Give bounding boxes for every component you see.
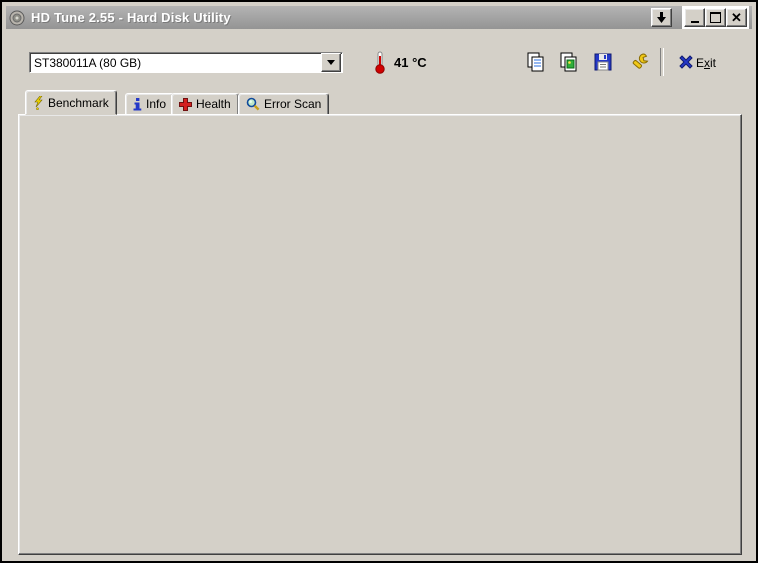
- tab-benchmark-label: Benchmark: [48, 95, 109, 110]
- info-icon: [133, 97, 142, 110]
- drive-select-dropdown-button[interactable]: [321, 53, 341, 72]
- exit-x-icon: [679, 55, 693, 69]
- wrench-icon: [632, 53, 649, 69]
- close-icon: ✕: [731, 9, 742, 25]
- health-cross-icon: [179, 97, 192, 111]
- exit-label[interactable]: Exit: [696, 56, 716, 70]
- copy-image-icon: [560, 52, 577, 72]
- tab-error-scan-label: Error Scan: [264, 97, 322, 111]
- tab-benchmark[interactable]: Benchmark: [25, 90, 117, 115]
- app-icon: [9, 10, 25, 25]
- copy-screenshot-button[interactable]: [557, 50, 581, 74]
- tab-info-label: Info: [146, 97, 167, 111]
- tab-health[interactable]: Health: [171, 93, 239, 115]
- minimize-icon: [690, 21, 699, 23]
- tab-info[interactable]: Info: [125, 93, 175, 115]
- thermometer-icon: [375, 51, 385, 74]
- minimize-button[interactable]: [684, 8, 705, 27]
- title-bar[interactable]: HD Tune 2.55 - Hard Disk Utility ✕: [6, 6, 752, 29]
- drive-select-combobox[interactable]: ST380011A (80 GB): [29, 52, 343, 73]
- benchmark-lightning-icon: [34, 95, 43, 110]
- error-scan-magnifier-icon: [246, 97, 260, 111]
- benchmark-tab-page: [18, 114, 742, 555]
- window-buttons-group: ✕: [682, 6, 749, 29]
- chevron-down-icon: [327, 60, 335, 65]
- options-button[interactable]: [628, 50, 652, 74]
- hdtune-window: HD Tune 2.55 - Hard Disk Utility ✕ ST380…: [0, 0, 758, 563]
- tab-health-label: Health: [196, 97, 231, 111]
- exit-button[interactable]: [674, 50, 698, 74]
- save-icon: [594, 53, 612, 71]
- drive-select-value: ST380011A (80 GB): [34, 55, 142, 70]
- window-title: HD Tune 2.55 - Hard Disk Utility: [31, 10, 231, 25]
- close-button[interactable]: ✕: [726, 8, 747, 27]
- maximize-icon: [710, 12, 721, 23]
- maximize-button[interactable]: [705, 8, 726, 27]
- save-button[interactable]: [591, 50, 615, 74]
- copy-text-icon: [527, 52, 544, 72]
- temperature-indicator: [368, 50, 392, 74]
- tab-error-scan[interactable]: Error Scan: [238, 93, 330, 115]
- toolbar-separator: [660, 48, 664, 76]
- down-arrow-icon: [657, 12, 666, 23]
- temperature-value: 41 °C: [394, 55, 427, 70]
- minimize-to-tray-button[interactable]: [651, 8, 672, 27]
- copy-report-button[interactable]: [524, 50, 548, 74]
